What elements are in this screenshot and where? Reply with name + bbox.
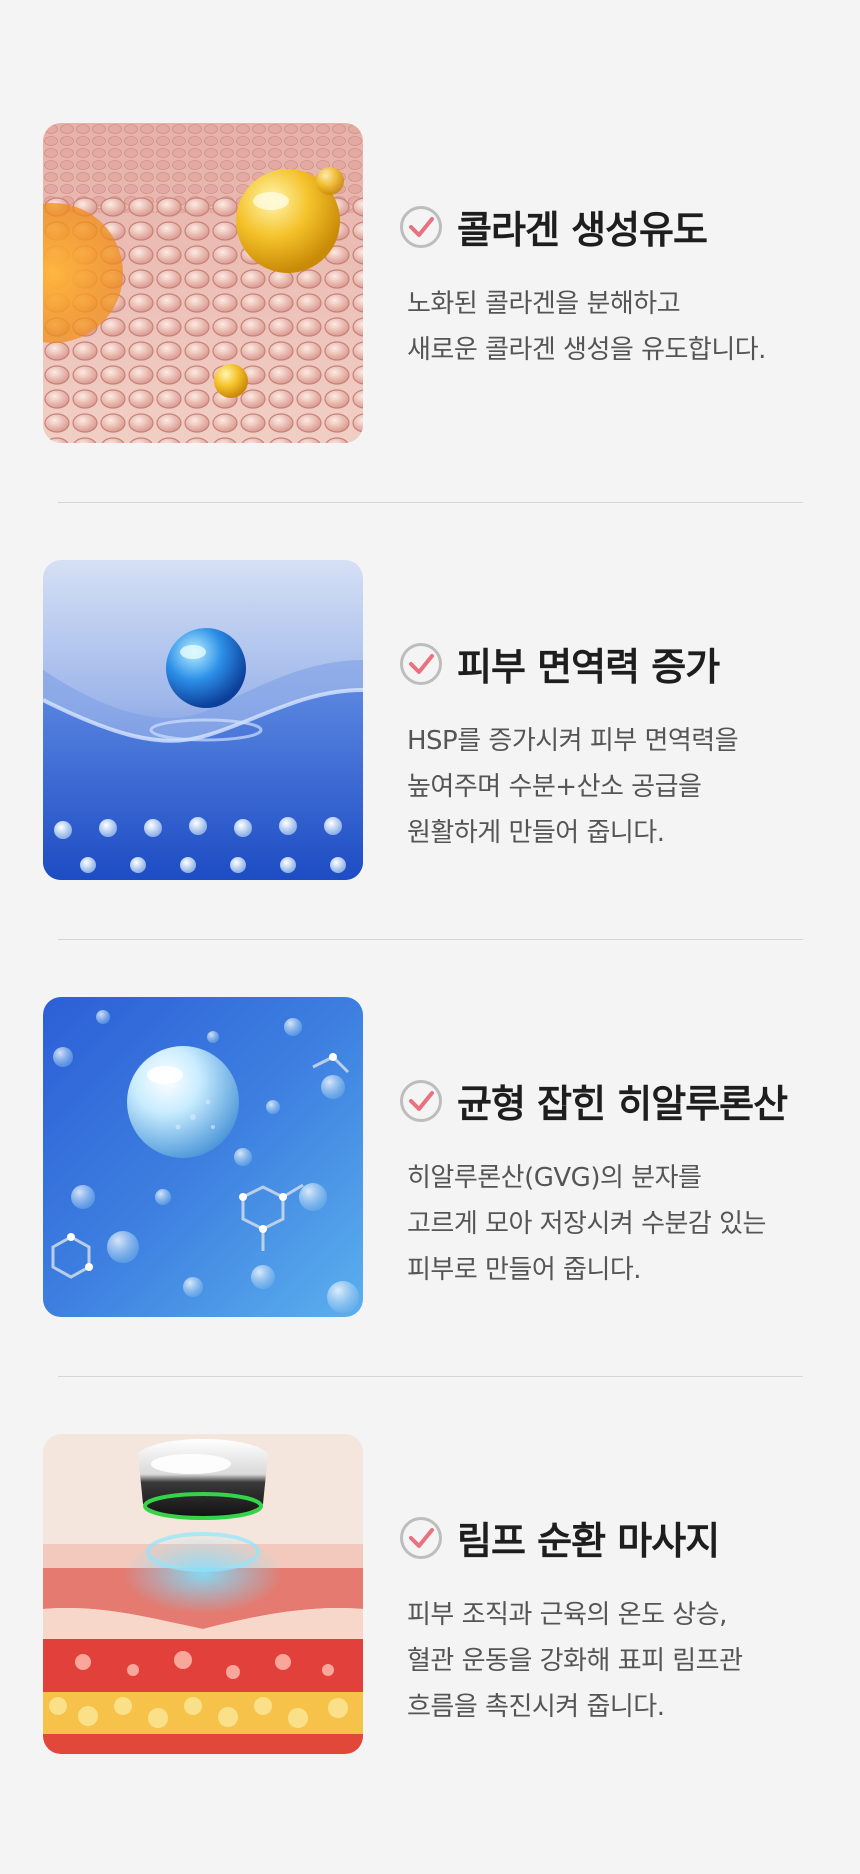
description-line: 새로운 콜라겐 생성을 유도합니다. (407, 335, 766, 365)
description-line: 고르게 모아 저장시켜 수분감 있는 (407, 1209, 766, 1239)
description-line: 피부 조직과 근육의 온도 상승, (407, 1600, 727, 1630)
divider (58, 502, 803, 503)
feature-description: 피부 조직과 근육의 온도 상승, 혈관 운동을 강화해 표피 림프관 흐름을 … (407, 1592, 743, 1730)
feature-lymph-massage: 림프 순환 마사지 피부 조직과 근육의 온도 상승, 혈관 운동을 강화해 표… (43, 1434, 823, 1754)
description-line: 흐름을 촉진시켜 줍니다. (407, 1692, 665, 1722)
collagen-cells-image (43, 123, 363, 443)
description-line: 원활하게 만들어 줍니다. (407, 818, 665, 848)
description-line: 노화된 콜라겐을 분해하고 (407, 289, 681, 319)
feature-description: HSP를 증가시켜 피부 면역력을 높여주며 수분+산소 공급을 원활하게 만들… (407, 718, 739, 856)
check-circle-icon (400, 1079, 442, 1122)
feature-title: 림프 순환 마사지 (457, 1519, 720, 1563)
feature-immunity: 피부 면역력 증가 HSP를 증가시켜 피부 면역력을 높여주며 수분+산소 공… (43, 560, 823, 880)
feature-title: 콜라겐 생성유도 (457, 208, 708, 252)
description-line: HSP를 증가시켜 피부 면역력을 (407, 726, 739, 756)
feature-collagen: 콜라겐 생성유도 노화된 콜라겐을 분해하고 새로운 콜라겐 생성을 유도합니다… (43, 123, 823, 443)
water-droplet-image (43, 560, 363, 880)
check-circle-icon (400, 205, 442, 248)
description-line: 피부로 만들어 줍니다. (407, 1255, 642, 1285)
description-line: 높여주며 수분+산소 공급을 (407, 772, 702, 802)
check-circle-icon (400, 642, 442, 685)
check-circle-icon (400, 1516, 442, 1559)
skin-layers-device-image (43, 1434, 363, 1754)
description-line: 히알루론산(GVG)의 분자를 (407, 1163, 702, 1193)
divider (58, 1376, 803, 1377)
feature-title: 피부 면역력 증가 (457, 645, 720, 689)
hyaluronic-molecules-image (43, 997, 363, 1317)
description-line: 혈관 운동을 강화해 표피 림프관 (407, 1646, 743, 1676)
feature-title: 균형 잡힌 히알루론산 (457, 1082, 788, 1126)
feature-hyaluronic: 균형 잡힌 히알루론산 히알루론산(GVG)의 분자를 고르게 모아 저장시켜 … (43, 997, 823, 1317)
divider (58, 939, 803, 940)
feature-description: 노화된 콜라겐을 분해하고 새로운 콜라겐 생성을 유도합니다. (407, 281, 766, 373)
feature-description: 히알루론산(GVG)의 분자를 고르게 모아 저장시켜 수분감 있는 피부로 만… (407, 1155, 766, 1293)
